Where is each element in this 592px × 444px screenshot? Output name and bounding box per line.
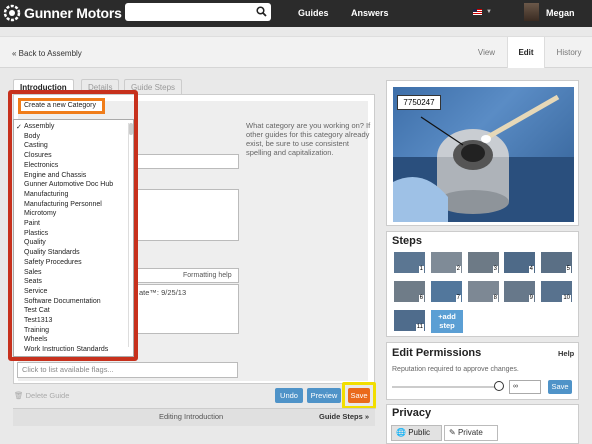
- create-category-option[interactable]: Create a new Category: [18, 98, 105, 114]
- delete-guide-label: Delete Guide: [25, 391, 70, 400]
- step-thumbnail[interactable]: 4: [503, 251, 536, 274]
- nav-guides[interactable]: Guides: [298, 8, 329, 18]
- steps-title: Steps: [392, 235, 422, 247]
- privacy-private-label: Private: [457, 428, 483, 437]
- step-thumbnail[interactable]: 8: [467, 280, 500, 303]
- delete-guide-link[interactable]: 🗑 Delete Guide: [14, 391, 69, 400]
- permissions-save-button[interactable]: Save: [548, 380, 572, 394]
- privacy-private-button[interactable]: ✎ Private: [444, 425, 498, 441]
- formatting-toolbar: Formatting help: [136, 268, 239, 283]
- back-to-assembly-link[interactable]: « Back to Assembly: [12, 49, 82, 58]
- edit-permissions-title: Edit Permissions: [392, 347, 482, 359]
- top-navigation-bar: Gunner Motors Guides Answers ▼ Megan: [0, 0, 592, 27]
- step-thumbnail[interactable]: 11: [393, 309, 426, 332]
- tab-view[interactable]: View: [466, 37, 507, 68]
- formatting-help-link[interactable]: Formatting help: [183, 272, 232, 279]
- save-button-highlight: [342, 382, 376, 409]
- category-help-text: What category are you working on? If oth…: [246, 121, 371, 157]
- step-thumbnail[interactable]: 3: [467, 251, 500, 274]
- summary-textarea[interactable]: [136, 189, 239, 241]
- step-thumbnail[interactable]: 7: [430, 280, 463, 303]
- introduction-text: ate™: 9/25/13: [139, 288, 187, 297]
- chevron-down-icon[interactable]: ▼: [486, 9, 492, 15]
- privacy-public-button[interactable]: 🌐 Public: [391, 425, 442, 441]
- add-step-button[interactable]: +add step: [431, 310, 463, 333]
- preview-button[interactable]: Preview: [307, 388, 341, 403]
- permissions-description: Reputation required to approve changes.: [392, 366, 519, 373]
- user-avatar[interactable]: [524, 3, 539, 21]
- editing-section-label: Editing Introduction: [159, 412, 224, 421]
- user-name[interactable]: Megan: [546, 8, 575, 18]
- brand-name[interactable]: Gunner Motors: [24, 5, 122, 21]
- reputation-slider-handle[interactable]: [494, 381, 504, 391]
- introduction-textarea[interactable]: ate™: 9/25/13: [136, 284, 239, 334]
- step-thumbnail[interactable]: 10: [540, 280, 573, 303]
- reputation-input[interactable]: ∞: [509, 380, 541, 394]
- reputation-slider-track[interactable]: [392, 386, 498, 388]
- tab-edit[interactable]: Edit: [507, 37, 545, 68]
- step-thumbnail[interactable]: 5: [540, 251, 573, 274]
- privacy-title: Privacy: [392, 407, 432, 419]
- permissions-help-link[interactable]: Help: [558, 349, 574, 358]
- gear-logo-icon[interactable]: [2, 3, 22, 23]
- flags-input[interactable]: Click to list available flags...: [17, 362, 238, 378]
- edit-icon: ✎: [449, 428, 456, 437]
- step-thumbnail[interactable]: 9: [503, 280, 536, 303]
- part-number-label: 7750247: [397, 95, 441, 110]
- guide-steps-link[interactable]: Guide Steps »: [319, 412, 369, 421]
- undo-button[interactable]: Undo: [275, 388, 303, 403]
- tab-history[interactable]: History: [546, 37, 592, 68]
- globe-icon: 🌐: [396, 428, 406, 437]
- guide-subnav: « Back to Assembly View Edit History: [0, 36, 592, 68]
- nav-answers[interactable]: Answers: [351, 8, 389, 18]
- category-highlight-frame: [8, 90, 138, 361]
- search-input[interactable]: [125, 3, 271, 21]
- step-thumbnail[interactable]: 2: [430, 251, 463, 274]
- title-input[interactable]: [136, 154, 239, 169]
- privacy-public-label: Public: [408, 428, 430, 437]
- search-icon[interactable]: [256, 6, 267, 17]
- step-thumbnail[interactable]: 6: [393, 280, 426, 303]
- step-thumbnail[interactable]: 1: [393, 251, 426, 274]
- us-flag-icon[interactable]: [473, 9, 482, 15]
- trash-icon: 🗑: [14, 391, 24, 400]
